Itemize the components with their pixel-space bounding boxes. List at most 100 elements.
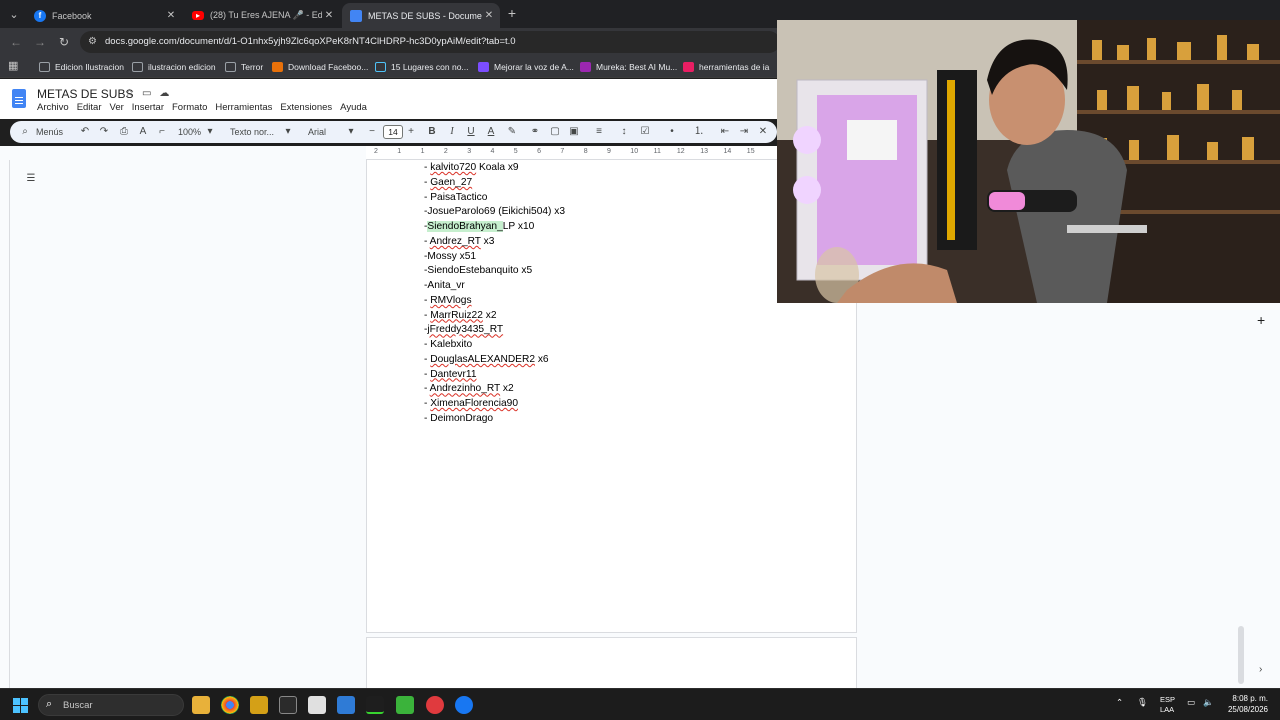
align-icon[interactable]: ≡ xyxy=(592,121,606,143)
bookmark-item[interactable]: Mureka: Best AI Mu... xyxy=(580,60,677,74)
tab-search-chevron-icon[interactable]: ⌄ xyxy=(4,4,24,24)
bookmark-item[interactable]: 15 Lugares con no... xyxy=(375,60,469,74)
bullet-list-icon[interactable]: • xyxy=(665,121,679,143)
document-line[interactable]: - Kalebxito xyxy=(424,338,844,353)
calculator-icon[interactable] xyxy=(337,696,355,714)
language-indicator[interactable]: ESP LAA xyxy=(1160,695,1175,715)
link-icon[interactable]: ⚭ xyxy=(528,121,542,143)
site-info-icon[interactable]: ⚙ xyxy=(88,36,100,48)
voice-site-icon xyxy=(478,62,489,72)
numbered-list-icon[interactable]: ⒈ xyxy=(692,121,706,143)
reload-icon[interactable]: ↻ xyxy=(56,34,72,50)
menu-editar[interactable]: Editar xyxy=(77,102,102,113)
comment-icon[interactable]: ▢ xyxy=(548,121,562,143)
cloud-status-icon[interactable]: ☁ xyxy=(159,88,177,99)
new-tab-icon[interactable]: + xyxy=(504,5,520,21)
paint-format-icon[interactable]: ⌐ xyxy=(155,121,169,143)
menu-herramientas[interactable]: Herramientas xyxy=(215,102,272,113)
clear-formatting-icon[interactable]: ✕ xyxy=(756,121,770,143)
line-spacing-icon[interactable]: ↕ xyxy=(617,121,631,143)
close-tab-icon[interactable]: ✕ xyxy=(164,10,178,21)
document-title[interactable]: METAS DE SUBS xyxy=(37,87,133,101)
search-icon[interactable]: ⌕ xyxy=(18,121,32,143)
font-select[interactable]: Arial xyxy=(308,121,326,143)
move-folder-icon[interactable]: ▭ xyxy=(142,88,159,99)
volume-icon[interactable]: 🔈 xyxy=(1203,697,1214,708)
capcut-icon[interactable] xyxy=(279,696,297,714)
redo-icon[interactable]: ↷ xyxy=(97,121,111,143)
document-line[interactable]: - Dantevr11 xyxy=(424,368,844,383)
tab-facebook[interactable]: f Facebook ✕ xyxy=(26,3,182,28)
network-icon[interactable]: ▭ xyxy=(1187,697,1195,708)
document-line[interactable]: - XimenaFlorencia90 xyxy=(424,397,844,412)
checklist-icon[interactable]: ☑ xyxy=(638,121,652,143)
zoom-select[interactable]: 100% xyxy=(178,121,201,143)
menu-extensiones[interactable]: Extensiones xyxy=(280,102,332,113)
document-line[interactable]: - DeimonDrago xyxy=(424,412,844,427)
back-icon[interactable]: ← xyxy=(8,34,24,50)
tab-docs[interactable]: METAS DE SUBS - Documento ✕ xyxy=(342,3,500,28)
menu-archivo[interactable]: Archivo xyxy=(37,102,69,113)
spellcheck-icon[interactable]: A xyxy=(136,121,150,143)
document-line[interactable]: - Andrezinho_RT x2 xyxy=(424,382,844,397)
menu-insertar[interactable]: Insertar xyxy=(132,102,164,113)
bold-icon[interactable]: B xyxy=(425,121,439,143)
clock[interactable]: 8:08 p. m. 25/08/2026 xyxy=(1222,693,1268,715)
text-color-icon[interactable]: A xyxy=(484,121,498,143)
tab-title: (28) Tu Eres AJENA 🎤 - Eddy xyxy=(210,10,322,20)
italic-icon[interactable]: I xyxy=(445,121,459,143)
scrollbar-thumb[interactable] xyxy=(1238,626,1244,684)
address-bar[interactable]: ⚙ docs.google.com/document/d/1-O1nhx5yjh… xyxy=(80,31,780,53)
menu-formato[interactable]: Formato xyxy=(172,102,207,113)
style-select[interactable]: Texto nor... xyxy=(230,121,274,143)
file-explorer-icon[interactable] xyxy=(192,696,210,714)
close-tab-icon[interactable]: ✕ xyxy=(482,10,496,21)
increase-indent-icon[interactable]: ⇥ xyxy=(737,121,751,143)
horizontal-ruler[interactable]: 2 1 1 2 3 4 5 6 7 8 9 10 11 12 13 14 15 xyxy=(366,146,777,160)
undo-icon[interactable]: ↶ xyxy=(78,121,92,143)
vertical-ruler[interactable] xyxy=(0,160,10,688)
print-icon[interactable]: ⎙ xyxy=(117,121,131,143)
media-app-icon[interactable] xyxy=(366,696,384,714)
bookmark-item[interactable]: Edicion Ilustracion xyxy=(39,60,124,74)
facebook-icon[interactable] xyxy=(455,696,473,714)
windows-start-icon[interactable] xyxy=(13,698,28,713)
image-icon[interactable]: ▣ xyxy=(567,121,581,143)
bookmark-item[interactable]: ilustracion edicion xyxy=(132,60,216,74)
side-panel-toggle-icon[interactable]: › xyxy=(1259,664,1262,675)
tray-chevron-icon[interactable]: ⌃ xyxy=(1116,697,1123,708)
font-size-input[interactable]: 14 xyxy=(383,125,403,139)
taskbar-search[interactable]: ⌕ Buscar xyxy=(38,694,184,716)
record-app-icon[interactable] xyxy=(426,696,444,714)
apps-grid-icon[interactable]: ▦ xyxy=(8,60,20,72)
document-outline-icon[interactable]: ☰ xyxy=(24,172,38,186)
chrome-icon[interactable] xyxy=(221,696,239,714)
tab-youtube[interactable]: ▸ (28) Tu Eres AJENA 🎤 - Eddy ✕ xyxy=(184,3,340,28)
menu-ayuda[interactable]: Ayuda xyxy=(340,102,367,113)
menu-ver[interactable]: Ver xyxy=(110,102,124,113)
docs-logo-icon[interactable] xyxy=(12,89,26,108)
forward-icon[interactable]: → xyxy=(32,34,48,50)
bookmark-item[interactable]: Mejorar la voz de A... xyxy=(478,60,574,74)
bookmark-item[interactable]: Terror xyxy=(225,60,263,74)
document-line[interactable]: -jFreddy3435_RT xyxy=(424,323,844,338)
microphone-icon[interactable]: 🎙 xyxy=(1137,697,1148,708)
subscriber-name: Dantevr11 xyxy=(430,368,477,380)
document-line[interactable]: - MarrRuiz22 x2 xyxy=(424,309,844,324)
document-line[interactable]: - DouglasALEXANDER2 x6 xyxy=(424,353,844,368)
increase-font-icon[interactable]: + xyxy=(404,121,418,143)
decrease-indent-icon[interactable]: ⇤ xyxy=(718,121,732,143)
underline-icon[interactable]: U xyxy=(464,121,478,143)
notepad-icon[interactable] xyxy=(308,696,326,714)
star-icon[interactable]: ☆ xyxy=(125,88,142,99)
highlight-icon[interactable]: ✎ xyxy=(505,121,519,143)
add-side-panel-icon[interactable]: + xyxy=(1257,312,1265,328)
decrease-font-icon[interactable]: − xyxy=(365,121,379,143)
bookmark-item[interactable]: Download Faceboo... xyxy=(272,60,368,74)
shield-app-icon[interactable] xyxy=(250,696,268,714)
bookmark-item[interactable]: herramientas de ia xyxy=(683,60,769,74)
close-tab-icon[interactable]: ✕ xyxy=(322,10,336,21)
search-menus-button[interactable]: Menús xyxy=(36,121,63,143)
bookmark-label: herramientas de ia xyxy=(699,62,770,72)
minecraft-icon[interactable] xyxy=(396,696,414,714)
